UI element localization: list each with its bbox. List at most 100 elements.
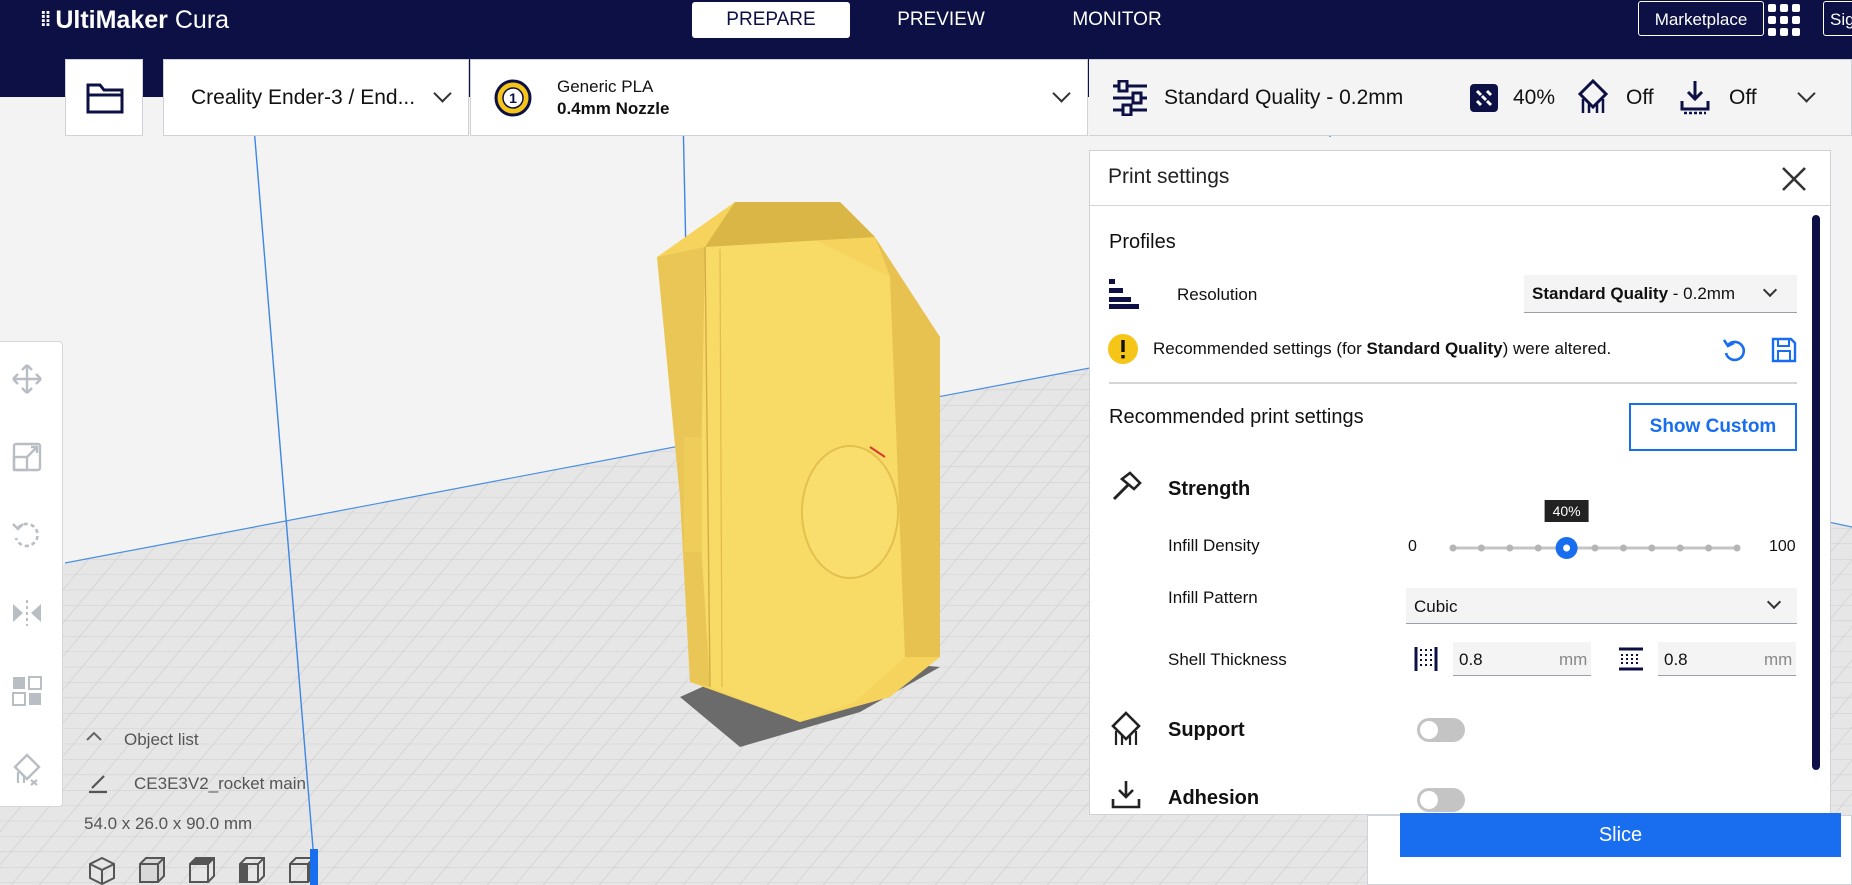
slider-tick [1534, 544, 1542, 552]
print-settings-panel: Print settings Profiles Resolution Stand… [1089, 150, 1831, 815]
brand-product: Cura [174, 5, 230, 34]
strength-label: Strength [1168, 478, 1251, 500]
folder-icon [86, 83, 124, 114]
tool-bar [0, 341, 63, 807]
chevron-down-icon [1762, 282, 1778, 298]
top-bottom-thickness-unit: mm [1764, 650, 1793, 669]
top-bottom-thickness-icon [1619, 647, 1643, 671]
slider-tick [1449, 544, 1457, 552]
slider-tick [1477, 544, 1485, 552]
slider-max: 100 [1769, 538, 1796, 555]
edit-name-icon[interactable] [86, 772, 110, 794]
quality-profile: Standard Quality - 0.2mm [1164, 86, 1404, 109]
profiles-label: Profiles [1109, 231, 1176, 253]
wall-thickness-input[interactable]: 0.8 mm [1453, 642, 1591, 676]
slider-min: 0 [1408, 538, 1417, 555]
front-view-icon[interactable] [139, 857, 165, 883]
reset-icon[interactable] [1720, 336, 1748, 364]
section-divider [1109, 382, 1797, 384]
altered-warning: Recommended settings (for Standard Quali… [1153, 339, 1612, 358]
chevron-down-icon [1052, 84, 1071, 103]
adhesion-toggle[interactable] [1417, 788, 1465, 812]
adhesion-icon [1111, 781, 1141, 809]
left-view-icon[interactable] [239, 857, 265, 883]
material-name: Generic PLA [557, 77, 654, 96]
object-dimensions: 54.0 x 26.0 x 90.0 mm [84, 814, 253, 833]
ultimaker-logo-icon: ⁞⁞ [40, 8, 51, 31]
brand-name: UltiMaker [55, 5, 168, 34]
slider-tick [1733, 544, 1741, 552]
shell-thickness-label: Shell Thickness [1168, 650, 1287, 669]
resolution-label: Resolution [1177, 285, 1258, 304]
resolution-icon [1109, 279, 1139, 309]
object-list-toggle[interactable]: Object list [124, 730, 199, 750]
support-label: Support [1168, 719, 1245, 741]
slider-tick [1676, 544, 1684, 552]
scale-tool-icon[interactable] [10, 440, 44, 474]
move-tool-icon[interactable] [10, 362, 44, 396]
tab-monitor[interactable]: MONITOR [1038, 2, 1196, 38]
adhesion-icon [1680, 81, 1710, 115]
infill-pattern-dropdown[interactable]: Cubic [1406, 588, 1797, 624]
top-bottom-thickness-value: 0.8 [1664, 650, 1688, 669]
apps-grid-icon[interactable] [1768, 4, 1800, 36]
object-name: CE3E3V2_rocket main [134, 774, 306, 793]
slice-button[interactable]: Slice [1400, 813, 1841, 857]
nozzle-size: 0.4mm Nozzle [557, 99, 670, 118]
chevron-down-icon [1797, 84, 1816, 103]
app-logo: ⁞⁞ UltiMaker Cura [40, 4, 229, 36]
per-model-settings-icon[interactable] [10, 674, 44, 708]
top-view-icon[interactable] [189, 857, 215, 883]
support-value: Off [1626, 86, 1654, 109]
support-toggle[interactable] [1417, 718, 1465, 742]
save-icon[interactable] [1770, 336, 1798, 364]
printer-selector[interactable]: Creality Ender-3 / End... [163, 59, 469, 136]
panel-scrollbar[interactable] [1812, 215, 1820, 770]
resolution-dropdown[interactable]: Standard Quality - 0.2mm [1524, 275, 1797, 313]
infill-pattern-value: Cubic [1414, 597, 1458, 616]
axis-marker [310, 849, 318, 885]
support-icon [1111, 711, 1141, 745]
chevron-down-icon [433, 84, 452, 103]
wall-thickness-unit: mm [1559, 650, 1588, 669]
rocket-model[interactable] [657, 202, 940, 722]
support-icon [1577, 79, 1609, 113]
show-custom-button[interactable]: Show Custom [1629, 403, 1797, 451]
sliders-icon [1113, 80, 1147, 116]
slider-tick [1705, 544, 1713, 552]
tab-prepare[interactable]: PREPARE [692, 2, 850, 38]
material-selector[interactable]: 1 Generic PLA 0.4mm Nozzle [470, 59, 1088, 136]
slider-tick [1648, 544, 1656, 552]
top-bottom-thickness-input[interactable]: 0.8 mm [1658, 642, 1796, 676]
adhesion-value: Off [1729, 86, 1757, 109]
resolution-value: Standard Quality - 0.2mm [1532, 284, 1736, 303]
slider-tick [1506, 544, 1514, 552]
infill-pattern-label: Infill Pattern [1168, 588, 1258, 607]
infill-value: 40% [1513, 86, 1556, 109]
chevron-up-icon[interactable] [85, 730, 103, 742]
recommended-label: Recommended print settings [1109, 406, 1364, 428]
warning-icon [1108, 334, 1138, 364]
open-file-button[interactable] [65, 59, 143, 136]
wall-thickness-icon [1414, 647, 1438, 671]
infill-density-label: Infill Density [1168, 536, 1260, 555]
support-blocker-icon[interactable] [10, 752, 44, 786]
signin-button[interactable]: Sig [1823, 1, 1852, 36]
close-icon[interactable] [1779, 164, 1809, 194]
slider-tick [1619, 544, 1627, 552]
extruder-number: 1 [509, 90, 517, 106]
rotate-tool-icon[interactable] [10, 518, 44, 552]
tab-preview[interactable]: PREVIEW [862, 2, 1020, 38]
print-setup-selector[interactable]: Standard Quality - 0.2mm 40% Off Off [1089, 59, 1852, 136]
chevron-down-icon [1766, 594, 1782, 610]
infill-icon [1470, 84, 1498, 112]
hammer-icon [1112, 471, 1142, 501]
mirror-tool-icon[interactable] [10, 596, 44, 630]
adhesion-label: Adhesion [1168, 787, 1260, 809]
wall-thickness-value: 0.8 [1459, 650, 1483, 669]
extruder-icon: 1 [494, 79, 532, 117]
infill-density-slider[interactable]: 40% [1445, 498, 1745, 560]
marketplace-button[interactable]: Marketplace [1638, 1, 1764, 36]
3d-view-icon[interactable] [89, 856, 115, 885]
panel-title: Print settings [1108, 165, 1230, 188]
